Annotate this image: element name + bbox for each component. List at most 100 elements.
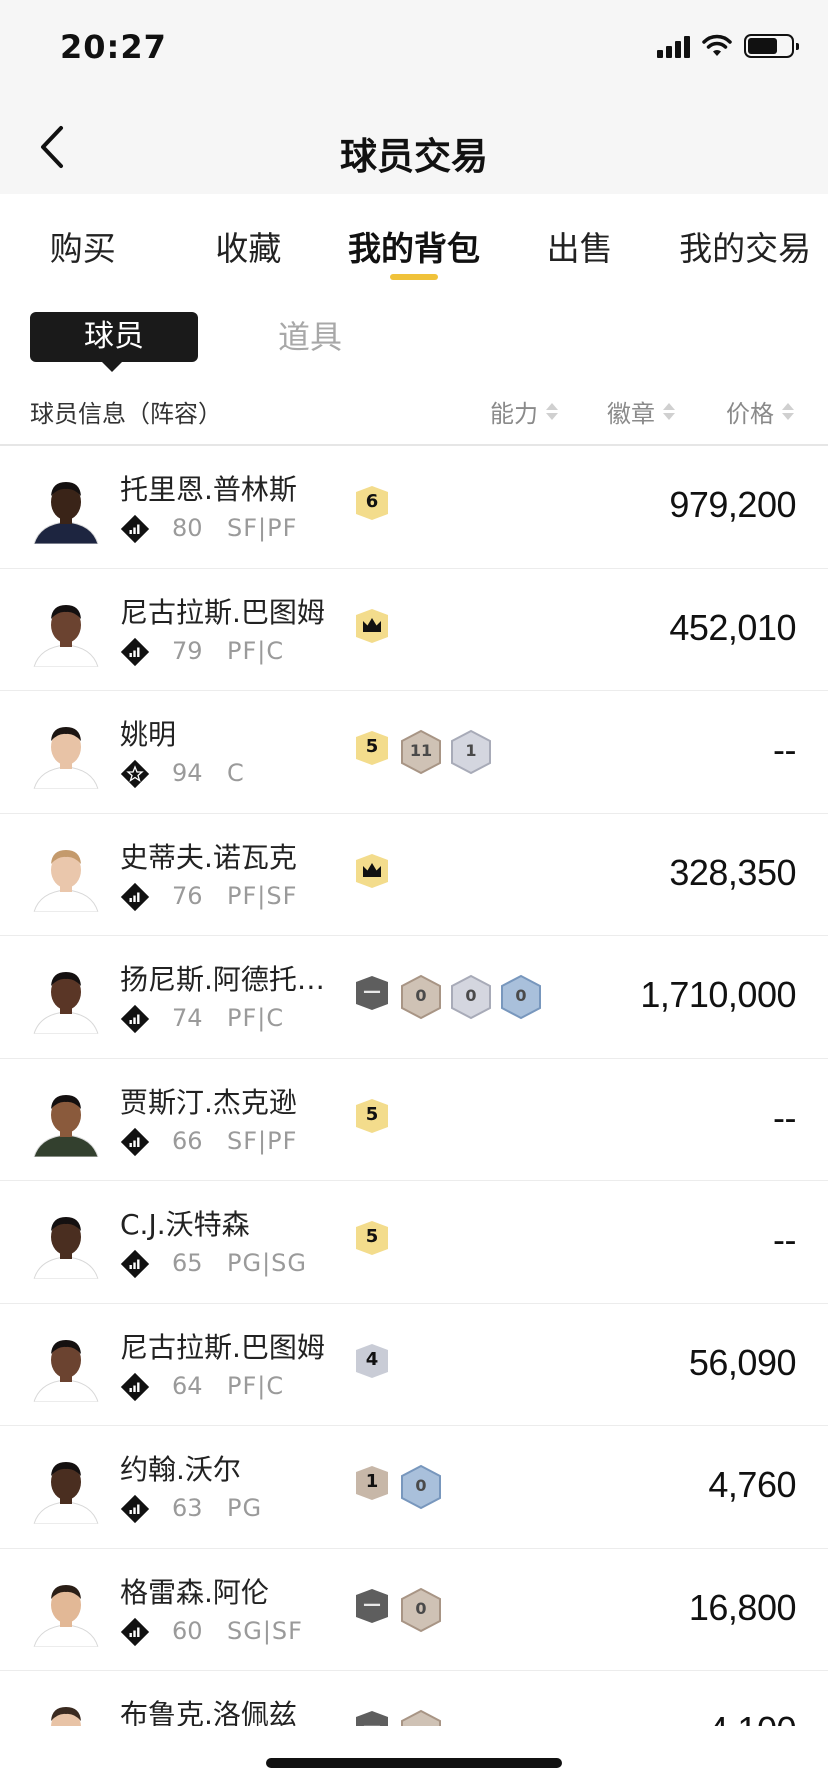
header-player-info: 球员信息（阵容） — [30, 400, 222, 428]
player-row[interactable]: 史蒂夫.诺瓦克 76 PF|SF 328,350 — [0, 814, 828, 936]
player-rating: 79 — [172, 636, 203, 665]
player-position: C — [227, 759, 245, 787]
tab-my-backpack[interactable]: 我的背包 — [331, 194, 497, 284]
player-chips: 1 0 — [352, 1464, 442, 1510]
player-rating: 74 — [172, 1004, 203, 1032]
player-rating: 66 — [172, 1126, 203, 1155]
player-row[interactable]: 约翰.沃尔 63 PG 1 0 4,760 — [0, 1426, 828, 1549]
cellular-signal-icon — [657, 34, 690, 58]
table-header: 球员信息（阵容） 能力 徽章 价格 — [0, 380, 828, 446]
player-name: C.J.沃特森 — [120, 1208, 250, 1241]
player-position: PF|SF — [227, 881, 298, 910]
player-rating: 60 — [172, 1616, 203, 1645]
player-price: 452,010 — [669, 606, 796, 648]
badge-count: 0 — [415, 1476, 427, 1495]
segment-items[interactable]: 道具 — [278, 312, 342, 362]
tab-sell[interactable]: 出售 — [497, 194, 663, 284]
player-rating: 65 — [172, 1249, 203, 1277]
rank-chip: 4 — [352, 1342, 392, 1388]
battery-icon — [744, 34, 799, 58]
sort-price-button[interactable]: 价格 — [726, 394, 794, 429]
player-rating: 94 — [172, 759, 203, 787]
player-name: 扬尼斯.阿德托… — [120, 963, 325, 996]
tab-favorites[interactable]: 收藏 — [166, 194, 332, 284]
player-price: -- — [773, 1219, 796, 1260]
signal-tier-icon — [120, 514, 150, 544]
player-position: PG|SG — [227, 1249, 307, 1277]
player-chips: — — [352, 1709, 442, 1726]
tab-my-trades[interactable]: 我的交易 — [662, 194, 828, 284]
bronze-badge-icon: 11 — [400, 729, 442, 775]
rank-chip: — — [352, 1709, 392, 1726]
rank-chip: — — [352, 974, 392, 1020]
nav-bar: 球员交易 — [0, 100, 828, 194]
player-row[interactable]: 扬尼斯.阿德托… 74 PF|C — 0 0 0 1,710,000 — [0, 936, 828, 1059]
player-price: 328,350 — [669, 851, 796, 893]
rank-label: — — [352, 1716, 392, 1726]
player-row[interactable]: C.J.沃特森 65 PG|SG 5 -- — [0, 1181, 828, 1304]
sort-arrows-icon — [663, 403, 675, 420]
signal-tier-icon — [120, 1004, 150, 1034]
player-price: -- — [773, 1096, 796, 1138]
rank-chip: 1 — [352, 1464, 392, 1510]
header-badge-label: 徽章 — [607, 400, 655, 428]
player-row[interactable]: 姚明 94 C 5 11 1 -- — [0, 691, 828, 814]
home-indicator — [266, 1758, 562, 1768]
tab-buy[interactable]: 购买 — [0, 194, 166, 284]
badge-count: 0 — [465, 986, 477, 1005]
player-price: 16,800 — [688, 1586, 797, 1628]
header-ability-label: 能力 — [490, 400, 538, 428]
player-price: 56,090 — [688, 1341, 797, 1383]
player-row[interactable]: 格雷森.阿伦 60 SG|SF — 0 16,800 — [0, 1549, 828, 1671]
rank-label: 5 — [365, 736, 379, 757]
signal-tier-icon — [120, 882, 150, 912]
player-name: 布鲁克.洛佩兹 — [120, 1698, 297, 1726]
wifi-icon — [702, 34, 732, 56]
player-name: 尼古拉斯.巴图姆 — [120, 1330, 325, 1364]
badge-count: 0 — [515, 986, 527, 1005]
bronze-badge-icon — [400, 1709, 442, 1726]
player-avatar — [30, 1574, 102, 1647]
player-chips — [352, 852, 392, 898]
player-chips: 5 — [352, 1219, 392, 1265]
header-price-label: 价格 — [726, 400, 774, 428]
status-time: 20:27 — [60, 28, 167, 66]
player-row[interactable]: 贾斯汀.杰克逊 66 SF|PF 5 -- — [0, 1059, 828, 1181]
player-position: PF|C — [227, 1371, 285, 1400]
player-name: 贾斯汀.杰克逊 — [120, 1085, 297, 1119]
player-position: PF|C — [227, 636, 285, 665]
player-price: 4,100 — [708, 1709, 796, 1726]
crown-rank-icon — [352, 852, 392, 898]
segment-players[interactable]: 球员 — [30, 312, 198, 372]
player-chips: — 0 0 0 — [352, 974, 542, 1020]
rank-label: 1 — [365, 1471, 379, 1492]
rank-label: — — [363, 1593, 381, 1615]
player-list: 托里恩.普林斯 80 SF|PF 6 979,200 尼古拉斯.巴图姆 79 P… — [0, 446, 828, 1726]
signal-tier-icon — [120, 1494, 150, 1524]
player-position: PF|C — [227, 1004, 285, 1032]
player-chips: 6 — [352, 484, 392, 530]
player-position: PG — [227, 1494, 263, 1522]
player-name: 约翰.沃尔 — [120, 1453, 241, 1486]
sort-ability-button[interactable]: 能力 — [490, 394, 558, 429]
player-avatar — [30, 1697, 102, 1726]
player-row[interactable]: 布鲁克.洛佩兹 — 4,100 — [0, 1671, 828, 1726]
player-avatar — [30, 717, 102, 789]
signal-tier-icon — [120, 1249, 150, 1279]
player-chips: — 0 — [352, 1587, 442, 1633]
player-price: 4,760 — [708, 1464, 796, 1505]
sort-badge-button[interactable]: 徽章 — [607, 394, 675, 429]
player-row[interactable]: 托里恩.普林斯 80 SF|PF 6 979,200 — [0, 446, 828, 569]
rank-label: 5 — [365, 1226, 379, 1247]
status-bar: 20:27 — [0, 0, 828, 100]
player-price: 1,710,000 — [640, 974, 796, 1015]
rank-chip: — — [352, 1587, 392, 1633]
player-row[interactable]: 尼古拉斯.巴图姆 79 PF|C 452,010 — [0, 569, 828, 691]
player-avatar — [30, 472, 102, 544]
player-position: SF|PF — [227, 514, 298, 542]
player-row[interactable]: 尼古拉斯.巴图姆 64 PF|C 4 56,090 — [0, 1304, 828, 1426]
player-name: 托里恩.普林斯 — [120, 473, 297, 506]
rank-chip: 5 — [352, 1097, 392, 1143]
silver-badge-icon: 1 — [450, 729, 492, 775]
player-position: SG|SF — [227, 1616, 303, 1645]
